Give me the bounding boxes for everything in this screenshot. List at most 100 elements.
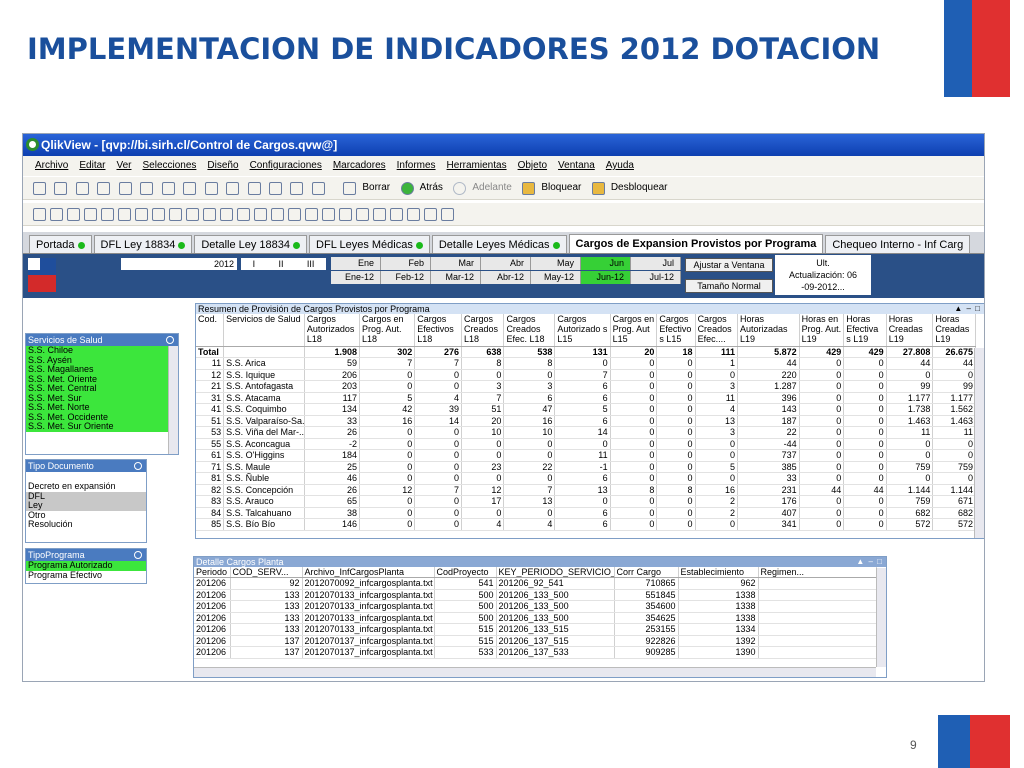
servicio-item[interactable]: S.S. Met. Central — [26, 384, 169, 394]
resumen-scrollbar[interactable] — [974, 348, 984, 538]
chart-icon[interactable] — [247, 182, 261, 195]
menu-item[interactable]: Informes — [397, 160, 436, 171]
month-item[interactable]: Jul — [631, 257, 681, 270]
new-icon[interactable] — [33, 182, 46, 195]
group-icon[interactable] — [441, 208, 454, 221]
table-row[interactable]: 51 S.S. Valparaíso-Sa... 33 16 14 20 16 6 0 0 13 18… — [196, 415, 976, 427]
month-item[interactable]: Jun — [581, 257, 631, 270]
menu-item[interactable]: Ayuda — [606, 160, 634, 171]
servicio-item[interactable]: S.S. Magallanes — [26, 365, 169, 375]
checkbox-icon[interactable] — [135, 208, 148, 221]
column-header[interactable]: Cargos Creados L18 — [461, 314, 505, 347]
servicio-item[interactable]: S.S. Chiloe — [26, 346, 169, 356]
table-row[interactable]: 81 S.S. Ñuble 46 0 0 0 0 6 0 0 0 33 0 0 0 0 — [196, 472, 976, 485]
layout-icon[interactable] — [33, 208, 46, 221]
detalle-vscrollbar[interactable] — [876, 568, 886, 667]
table-row[interactable]: 85 S.S. Bío Bío 146 0 0 4 4 6 0 0 0 341 0 0 572 572 — [196, 518, 976, 531]
detalle-row[interactable]: 201206 133 2012070133_infcargosplanta.txt 5… — [194, 612, 877, 624]
month-year-item[interactable]: Jul-12 — [631, 271, 681, 284]
save-icon[interactable] — [97, 182, 111, 195]
menu-item[interactable]: Ver — [116, 160, 131, 171]
month-item[interactable]: Ene — [331, 257, 381, 270]
print-preview-icon[interactable] — [140, 182, 154, 195]
detalle-row[interactable]: 201206 133 2012070133_infcargosplanta.txt 5… — [194, 600, 877, 613]
table-row[interactable]: 82 S.S. Concepción 26 12 7 12 7 13 8 8 16 231 44 44 1.… — [196, 484, 976, 496]
tools-icon[interactable] — [268, 182, 282, 195]
menu-item[interactable]: Ventana — [558, 160, 595, 171]
forward-button[interactable]: Adelante — [472, 177, 511, 199]
align-center-icon[interactable] — [339, 208, 352, 221]
tab-5[interactable]: Cargos de Expansion Provistos por Progra… — [568, 234, 824, 253]
column-header[interactable]: Cargos Creados Efec.... — [695, 314, 739, 347]
back-button[interactable]: Atrás — [420, 177, 443, 199]
column-header[interactable]: Regimen... — [758, 567, 877, 578]
print-icon[interactable] — [118, 182, 132, 195]
column-header[interactable]: Archivo_InfCargosPlanta — [302, 567, 435, 578]
tipo-documento-item[interactable]: Otro — [26, 510, 146, 520]
menu-item[interactable]: Diseño — [207, 160, 238, 171]
menu-item[interactable]: Objeto — [518, 160, 547, 171]
servicio-item[interactable]: S.S. Met. Sur — [26, 393, 169, 403]
column-header[interactable]: Cargos en Prog. Aut. L18 — [359, 314, 416, 347]
refresh-icon[interactable] — [75, 182, 89, 195]
detalle-hscrollbar[interactable] — [194, 667, 876, 677]
column-header[interactable]: COD_SERV... — [230, 567, 303, 578]
format-icon[interactable] — [305, 208, 318, 221]
borrar-button[interactable]: Borrar — [362, 177, 390, 199]
grid-icon[interactable] — [271, 208, 284, 221]
detalle-row[interactable]: 201206 137 2012070137_infcargosplanta.txt 5… — [194, 635, 877, 647]
align-left-icon[interactable] — [322, 208, 335, 221]
column-header[interactable]: Horas Autorizadas L19 — [737, 314, 800, 347]
table-row[interactable]: 61 S.S. O'Higgins 184 0 0 0 0 11 0 0 0 737 0 0 0 0 — [196, 449, 976, 462]
servicio-item[interactable]: S.S. Met. Occidente — [26, 412, 169, 422]
help-icon[interactable] — [290, 182, 304, 195]
back-icon2[interactable] — [424, 208, 437, 221]
tab-6[interactable]: Chequeo Interno - Inf Carg — [825, 235, 971, 253]
servicio-item[interactable]: S.S. Met. Oriente — [26, 374, 169, 384]
menu-item[interactable]: Selecciones — [143, 160, 197, 171]
column-header[interactable]: Establecimiento — [678, 567, 759, 578]
servicio-item[interactable]: S.S. Aysén — [26, 355, 169, 365]
front-icon[interactable] — [407, 208, 420, 221]
tab-0[interactable]: Portada — [29, 235, 92, 253]
month-year-item[interactable]: Feb-12 — [381, 271, 431, 284]
month-year-item[interactable]: Jun-12 — [581, 271, 631, 284]
detalle-row[interactable]: 201206 92 2012070092_infcargosplanta.txt 54… — [194, 577, 877, 590]
table-row[interactable]: 41 S.S. Coquimbo 134 42 39 51 47 5 0 0 4 143 0 0 1.738… — [196, 403, 976, 416]
month-year-item[interactable]: Ene-12 — [331, 271, 381, 284]
tipo-documento-item[interactable]: Ley — [26, 501, 146, 511]
tipo-programa-item[interactable]: Programa Efectivo — [26, 570, 146, 580]
detalle-row[interactable]: 201206 133 2012070133_infcargosplanta.txt 5… — [194, 589, 877, 601]
column-header[interactable]: Horas Creadas L19 — [886, 314, 934, 347]
redo-icon[interactable] — [183, 182, 197, 195]
table-row[interactable]: 11 S.S. Arica 59 7 7 8 8 0 0 0 1 44 0 0 44 44 — [196, 357, 976, 370]
column-header[interactable]: Cargos Creados Efec. L18 — [503, 314, 556, 347]
menu-item[interactable]: Marcadores — [333, 160, 386, 171]
tipo-programa-item[interactable]: Programa Autorizado — [26, 561, 146, 571]
tab-3[interactable]: DFL Leyes Médicas — [309, 235, 430, 253]
tipo-documento-item[interactable]: Decreto en expansión — [26, 482, 146, 492]
quarter-selector[interactable]: I II III — [241, 258, 326, 270]
tipo-documento-item[interactable]: DFL — [26, 491, 146, 501]
unlock-button[interactable]: Desbloquear — [611, 177, 668, 199]
distribute-icon[interactable] — [373, 208, 386, 221]
multibox-icon[interactable] — [169, 208, 182, 221]
lock-button[interactable]: Bloquear — [541, 177, 581, 199]
month-item[interactable]: May — [531, 257, 581, 270]
table-row[interactable]: 83 S.S. Arauco 65 0 0 17 13 0 0 0 2 176 0 0 759 671 — [196, 495, 976, 508]
context-help-icon[interactable] — [311, 182, 325, 195]
table-icon[interactable] — [67, 208, 80, 221]
column-header[interactable]: Cargos Efectivos L18 — [414, 314, 462, 347]
column-header[interactable]: CodProyecto — [434, 567, 497, 578]
table-row[interactable]: 21 S.S. Antofagasta 203 0 0 3 3 6 0 0 3 1.287 0 0 99 99 — [196, 380, 976, 393]
year-selector[interactable]: 2012 — [121, 258, 237, 270]
sheet-icon[interactable] — [50, 208, 63, 221]
window-titlebar[interactable]: QlikView - [qvp://bi.sirh.cl/Control de … — [23, 134, 984, 156]
month-item[interactable]: Abr — [481, 257, 531, 270]
month-year-item[interactable]: Abr-12 — [481, 271, 531, 284]
column-header[interactable]: Cargos Efectivo s L15 — [656, 314, 696, 347]
bar-chart-icon[interactable] — [101, 208, 114, 221]
listbox-icon[interactable] — [152, 208, 165, 221]
pivot-icon[interactable] — [84, 208, 97, 221]
line-chart-icon[interactable] — [118, 208, 131, 221]
